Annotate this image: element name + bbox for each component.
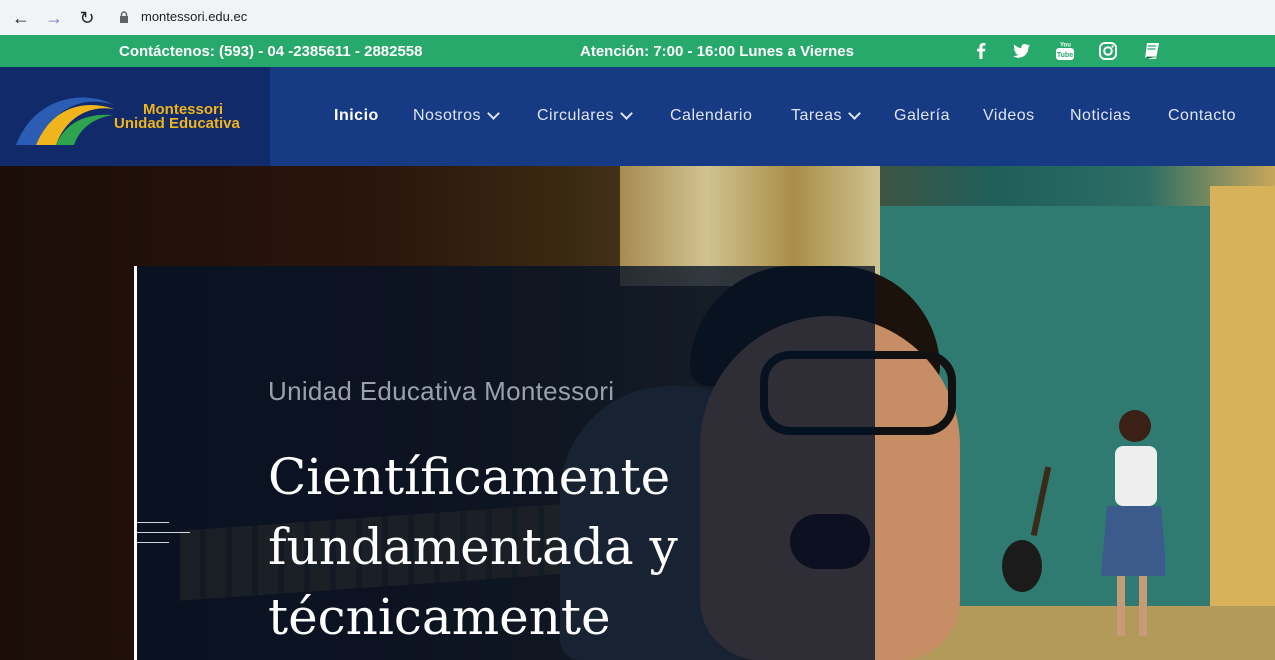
hero-background-curtain-right bbox=[1210, 186, 1275, 660]
nav-inicio[interactable]: Inicio bbox=[334, 107, 379, 125]
office-hours-text: Atención: 7:00 - 16:00 Lunes a Viernes bbox=[580, 43, 854, 60]
logo[interactable]: Montessori Unidad Educativa bbox=[0, 67, 270, 166]
chevron-down-icon bbox=[620, 107, 633, 120]
nav-tareas[interactable]: Tareas bbox=[791, 107, 861, 125]
nav-label: Videos bbox=[983, 107, 1035, 124]
svg-text:You: You bbox=[1060, 43, 1071, 49]
logo-line2: Unidad Educativa bbox=[114, 115, 240, 132]
nav-label: Nosotros bbox=[413, 107, 482, 124]
nav-label: Circulares bbox=[537, 107, 615, 124]
nav-label: Tareas bbox=[791, 107, 843, 124]
nav-circulares[interactable]: Circulares bbox=[537, 107, 633, 125]
nav-label: Inicio bbox=[334, 107, 379, 124]
hero-banner: Unidad Educativa Montessori Científicame… bbox=[0, 166, 1275, 660]
hero-title: Científicamente fundamentada y técnicame… bbox=[268, 442, 828, 652]
browser-toolbar: ← → ↻ montessori.edu.ec bbox=[0, 0, 1275, 36]
nav-contacto[interactable]: Contacto bbox=[1168, 107, 1236, 125]
reload-icon[interactable]: ↻ bbox=[76, 7, 98, 29]
hero-title-line: Científicamente bbox=[268, 448, 671, 506]
twitter-icon[interactable] bbox=[1010, 40, 1032, 62]
facebook-icon[interactable] bbox=[970, 40, 992, 62]
forward-arrow-icon[interactable]: → bbox=[43, 7, 65, 29]
chevron-down-icon bbox=[487, 107, 500, 120]
nav-galeria[interactable]: Galería bbox=[894, 107, 950, 125]
info-bar: Contáctenos: (593) - 04 -2385611 - 28825… bbox=[0, 35, 1275, 67]
chevron-down-icon bbox=[848, 107, 861, 120]
youtube-icon[interactable]: Tube You bbox=[1054, 40, 1076, 62]
nav-label: Calendario bbox=[670, 107, 753, 124]
hero-student-figure bbox=[1101, 410, 1165, 636]
hero-title-line: técnicamente bbox=[268, 588, 611, 646]
logo-arcs-icon bbox=[16, 97, 114, 145]
hero-decorative-line bbox=[137, 542, 169, 543]
hero-vertical-line bbox=[134, 266, 137, 660]
nav-nosotros[interactable]: Nosotros bbox=[413, 107, 500, 125]
hero-subtitle: Unidad Educativa Montessori bbox=[268, 376, 615, 406]
hero-title-line: fundamentada y bbox=[268, 518, 678, 576]
contact-phone-text: Contáctenos: (593) - 04 -2385611 - 28825… bbox=[119, 43, 423, 60]
nav-label: Contacto bbox=[1168, 107, 1237, 124]
address-bar[interactable]: montessori.edu.ec bbox=[141, 9, 247, 24]
lock-icon bbox=[120, 11, 128, 23]
hero-guitar bbox=[1002, 466, 1052, 592]
book-icon[interactable] bbox=[1141, 40, 1163, 62]
hero-decorative-line bbox=[137, 522, 169, 523]
nav-label: Galería bbox=[894, 107, 950, 124]
nav-noticias[interactable]: Noticias bbox=[1070, 107, 1131, 125]
nav-calendario[interactable]: Calendario bbox=[670, 107, 752, 125]
nav-videos[interactable]: Videos bbox=[983, 107, 1035, 125]
hero-decorative-line bbox=[137, 532, 190, 533]
back-arrow-icon[interactable]: ← bbox=[10, 7, 32, 29]
svg-text:Tube: Tube bbox=[1057, 52, 1073, 59]
nav-label: Noticias bbox=[1070, 107, 1131, 124]
instagram-icon[interactable] bbox=[1097, 40, 1119, 62]
site-header: Montessori Unidad Educativa Inicio Nosot… bbox=[0, 67, 1275, 166]
